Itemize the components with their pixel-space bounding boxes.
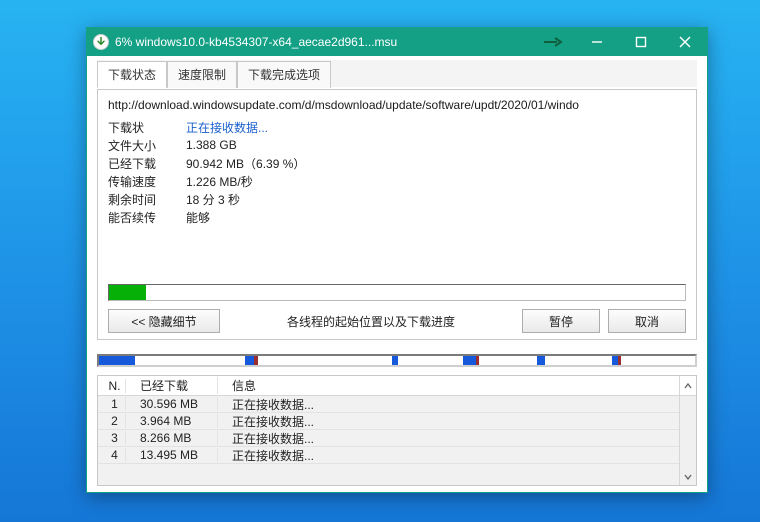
cell-downloaded: 30.596 MB xyxy=(126,397,218,411)
table-row[interactable]: 413.495 MB正在接收数据... xyxy=(98,447,696,464)
label-state: 下载状 xyxy=(108,119,186,136)
scroll-down-icon[interactable] xyxy=(679,396,696,485)
col-n-header[interactable]: N. xyxy=(98,379,126,393)
app-icon xyxy=(93,34,109,50)
tab-download-status[interactable]: 下载状态 xyxy=(97,61,167,88)
segment-mark xyxy=(463,356,476,365)
download-dialog: 6% windows10.0-kb4534307-x64_aecae2d961.… xyxy=(86,27,708,493)
cell-info: 正在接收数据... xyxy=(218,396,696,413)
cell-n: 4 xyxy=(98,448,126,462)
cell-info: 正在接收数据... xyxy=(218,430,696,447)
tabs: 下载状态 速度限制 下载完成选项 xyxy=(97,60,697,87)
segment-mark xyxy=(618,356,622,365)
value-speed: 1.226 MB/秒 xyxy=(186,173,253,190)
segment-mark xyxy=(392,356,398,365)
value-filesize: 1.388 GB xyxy=(186,138,237,152)
window-title: 6% windows10.0-kb4534307-x64_aecae2d961.… xyxy=(115,35,531,49)
titlebar[interactable]: 6% windows10.0-kb4534307-x64_aecae2d961.… xyxy=(87,28,707,56)
titlebar-arrow-icon[interactable] xyxy=(531,28,575,56)
tab-complete-options[interactable]: 下载完成选项 xyxy=(237,61,331,88)
minimize-button[interactable] xyxy=(575,28,619,56)
threads-body: 130.596 MB正在接收数据...23.964 MB正在接收数据...38.… xyxy=(98,396,696,485)
cell-info: 正在接收数据... xyxy=(218,413,696,430)
cell-n: 3 xyxy=(98,431,126,445)
pause-button[interactable]: 暂停 xyxy=(522,309,600,333)
segment-mark xyxy=(537,356,545,365)
cell-downloaded: 13.495 MB xyxy=(126,448,218,462)
segment-mark xyxy=(99,356,135,365)
value-downloaded: 90.942 MB（6.39 %） xyxy=(186,155,305,172)
label-resume: 能否续传 xyxy=(108,209,186,226)
threads-header: N. 已经下载 信息 xyxy=(98,376,696,396)
scroll-up-icon[interactable] xyxy=(679,376,696,395)
close-button[interactable] xyxy=(663,28,707,56)
window-controls xyxy=(531,28,707,56)
label-downloaded: 已经下载 xyxy=(108,155,186,172)
segment-mark xyxy=(245,356,254,365)
cell-n: 2 xyxy=(98,414,126,428)
status-panel: http://download.windowsupdate.com/d/msdo… xyxy=(97,89,697,340)
cell-downloaded: 8.266 MB xyxy=(126,431,218,445)
col-info-header[interactable]: 信息 xyxy=(218,377,679,394)
col-downloaded-header[interactable]: 已经下载 xyxy=(126,377,218,394)
progress-bar xyxy=(108,284,686,301)
cell-downloaded: 3.964 MB xyxy=(126,414,218,428)
label-speed: 传输速度 xyxy=(108,173,186,190)
cell-n: 1 xyxy=(98,397,126,411)
client-area: 下载状态 速度限制 下载完成选项 http://download.windows… xyxy=(87,56,707,492)
label-filesize: 文件大小 xyxy=(108,137,186,154)
segment-map xyxy=(97,354,697,367)
cancel-button[interactable]: 取消 xyxy=(608,309,686,333)
table-row[interactable]: 130.596 MB正在接收数据... xyxy=(98,396,696,413)
segment-caption: 各线程的起始位置以及下载进度 xyxy=(228,313,514,330)
threads-table: N. 已经下载 信息 130.596 MB正在接收数据...23.964 MB正… xyxy=(97,375,697,486)
tab-speed-limit[interactable]: 速度限制 xyxy=(167,61,237,88)
value-timeleft: 18 分 3 秒 xyxy=(186,191,240,208)
cell-info: 正在接收数据... xyxy=(218,447,696,464)
segment-mark xyxy=(476,356,480,365)
value-resume: 能够 xyxy=(186,209,210,226)
segment-mark xyxy=(254,356,258,365)
label-timeleft: 剩余时间 xyxy=(108,191,186,208)
value-state: 正在接收数据... xyxy=(186,119,268,136)
table-row[interactable]: 38.266 MB正在接收数据... xyxy=(98,430,696,447)
maximize-button[interactable] xyxy=(619,28,663,56)
table-row[interactable]: 23.964 MB正在接收数据... xyxy=(98,413,696,430)
download-url: http://download.windowsupdate.com/d/msdo… xyxy=(108,98,686,112)
hide-details-button[interactable]: << 隐藏细节 xyxy=(108,309,220,333)
progress-fill xyxy=(109,285,146,300)
